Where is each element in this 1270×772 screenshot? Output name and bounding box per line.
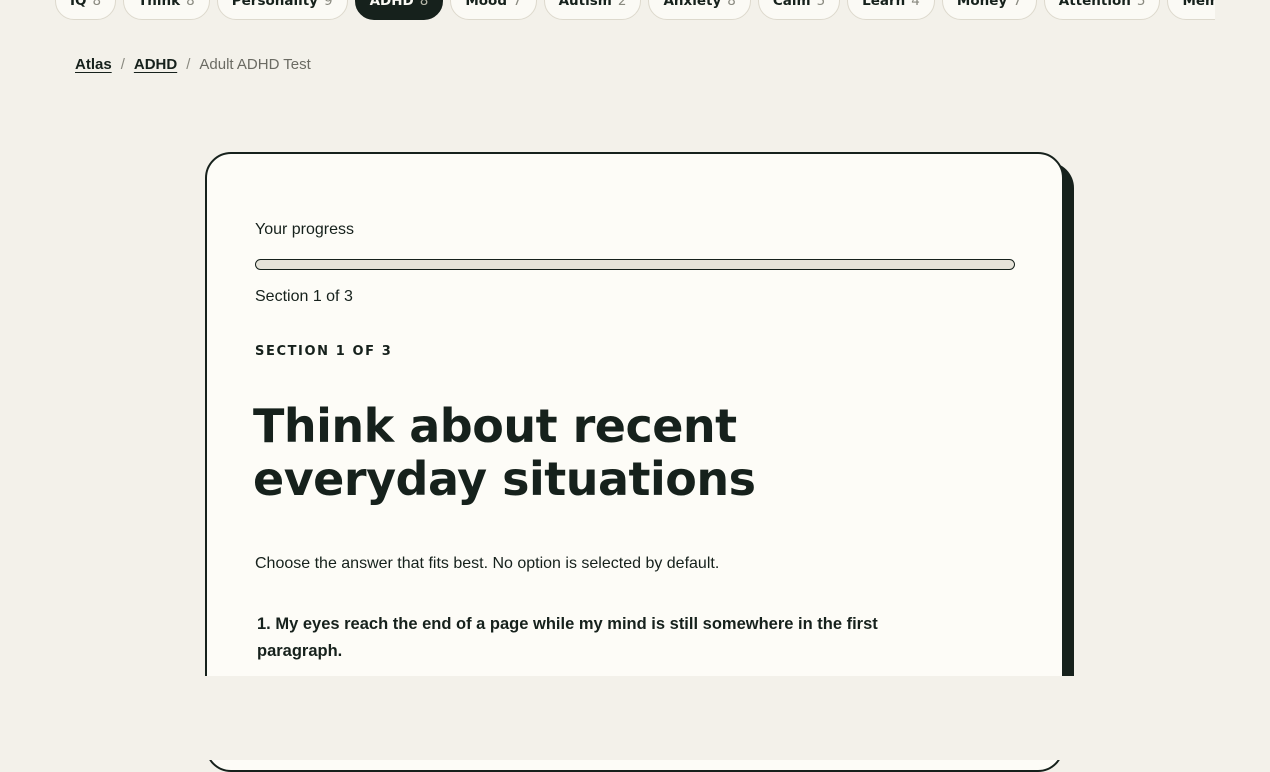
nav-pill-label: Learn — [862, 0, 906, 9]
nav-pill-count: 4 — [911, 0, 920, 9]
progress-bar — [255, 259, 1015, 270]
section-counter: Section 1 of 3 — [255, 288, 353, 305]
nav-pill-mood[interactable]: Mood 7 — [450, 0, 537, 20]
nav-pill-money[interactable]: Money 7 — [941, 0, 1037, 20]
nav-pill-anxiety[interactable]: Anxiety 8 — [648, 0, 751, 20]
nav-pill-count: 7 — [1013, 0, 1022, 9]
nav-pill-count: 8 — [186, 0, 195, 9]
section-title: Think about recent everyday situations — [253, 399, 756, 506]
nav-pill-calm[interactable]: Calm 5 — [757, 0, 841, 20]
nav-pill-think[interactable]: Think 8 — [123, 0, 210, 20]
nav-pill-label: ADHD — [369, 0, 414, 9]
nav-pill-adhd[interactable]: ADHD 8 — [354, 0, 444, 20]
breadcrumb-separator: / — [120, 56, 125, 73]
nav-pill-label: Personality — [231, 0, 318, 9]
nav-pill-label: Calm — [772, 0, 811, 9]
nav-pill-iq[interactable]: IQ 8 — [55, 0, 117, 20]
nav-pill-count: 2 — [617, 0, 627, 9]
nav-pill-autism[interactable]: Autism 2 — [543, 0, 642, 20]
nav-pill-label: IQ — [70, 0, 87, 9]
nav-pill-label: Attention — [1058, 0, 1131, 9]
nav-pill-label: Memory — [1182, 0, 1215, 9]
breadcrumb: Atlas / ADHD / Adult ADHD Test — [75, 56, 311, 73]
nav-pill-label: Mood — [465, 0, 507, 9]
nav-pill-label: Anxiety — [663, 0, 722, 9]
instructions-text: Choose the answer that fits best. No opt… — [255, 555, 720, 572]
breadcrumb-link-adhd[interactable]: ADHD — [134, 56, 177, 73]
nav-pill-count: 8 — [419, 0, 429, 9]
nav-pill-personality[interactable]: Personality 9 — [216, 0, 348, 20]
nav-pill-label: Think — [138, 0, 181, 9]
nav-pill-count: 9 — [323, 0, 333, 9]
progress-label: Your progress — [255, 221, 355, 238]
section-eyebrow: SECTION 1 OF 3 — [255, 344, 393, 359]
page-bottom-area — [0, 676, 1270, 760]
nav-pill-label: Money — [956, 0, 1008, 9]
nav-pill-count: 5 — [816, 0, 826, 9]
nav-pill-count: 5 — [1136, 0, 1146, 9]
nav-pill-count: 7 — [513, 0, 522, 9]
nav-pill-memory[interactable]: Memory6 — [1167, 0, 1215, 20]
nav-pill-learn[interactable]: Learn 4 — [847, 0, 935, 20]
nav-pill-attention[interactable]: Attention 5 — [1043, 0, 1161, 20]
breadcrumb-current: Adult ADHD Test — [199, 56, 311, 73]
nav-pill-count: 8 — [92, 0, 102, 9]
nav-pill-count: 8 — [727, 0, 736, 9]
breadcrumb-link-atlas[interactable]: Atlas — [75, 56, 112, 73]
breadcrumb-separator: / — [186, 56, 191, 73]
nav-pill-label: Autism — [558, 0, 612, 9]
question-text: 1. My eyes reach the end of a page while… — [257, 615, 878, 660]
category-nav: IQ 8 Think 8 Personality 9 ADHD 8 Mood 7 Autism 2 An… — [55, 0, 1215, 22]
